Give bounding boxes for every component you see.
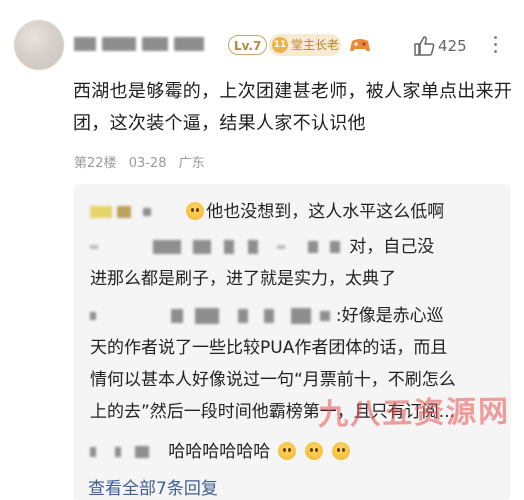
comment-text: 西湖也是够霉的，上次团建甚老师，被人家单点出来开团，这次装个逼，结果人家不认识他 xyxy=(73,81,513,134)
comment-meta: 第22楼 03-28 广东 xyxy=(74,152,213,171)
more-options-icon[interactable] xyxy=(491,36,499,58)
smile-emoji-icon xyxy=(186,202,205,220)
reply-2[interactable]: 对，自己没 xyxy=(90,233,434,261)
reply-2-text-a: 对，自己没 xyxy=(349,237,435,257)
reply-1[interactable]: 他也没想到，这人水平这么低啊 xyxy=(90,198,444,226)
username-blurred[interactable] xyxy=(74,33,224,55)
reply-3[interactable]: :好像是赤心巡 xyxy=(90,302,444,330)
laugh-emoji-icon xyxy=(305,442,324,460)
floor-number: 第22楼 xyxy=(74,156,117,171)
watermark: 九八五资源网 xyxy=(317,394,511,433)
view-all-replies-link[interactable]: 查看全部7条回复 xyxy=(88,474,218,499)
laugh-emoji-icon xyxy=(332,442,351,460)
avatar[interactable] xyxy=(14,20,64,70)
laugh-emoji-icon xyxy=(277,442,296,460)
reply-2-cont: 进那么都是刷子，进了就是实力，太典了 xyxy=(90,269,396,289)
like-count: 425 xyxy=(438,37,467,55)
reply-1-text: 他也没想到，这人水平这么低啊 xyxy=(206,202,445,222)
comment-date: 03-28 xyxy=(128,156,167,171)
rank-badge: 11 堂主长老 xyxy=(269,34,341,56)
comment-location: 广东 xyxy=(178,156,205,171)
reply-3-text-a: :好像是赤心巡 xyxy=(335,306,444,326)
thumbs-up-icon[interactable] xyxy=(413,35,435,57)
reply-4-text: 哈哈哈哈哈哈 xyxy=(168,442,271,462)
gamepad-icon xyxy=(350,39,370,52)
rank-coin-icon: 11 xyxy=(272,37,288,53)
reply-3-line-2: 天的作者说了一些比较PUA作者团体的话，而且 xyxy=(90,338,448,358)
rank-badge-label: 堂主长老 xyxy=(291,38,340,52)
level-badge: Lv.7 xyxy=(228,35,268,55)
reply-4[interactable]: 哈哈哈哈哈哈 xyxy=(90,438,352,466)
